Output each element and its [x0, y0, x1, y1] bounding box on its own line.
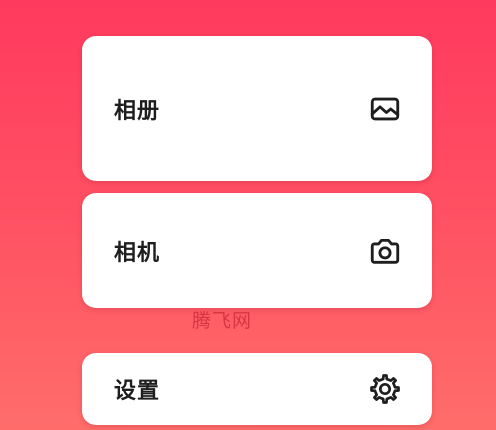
menu-item-camera[interactable]: 相机	[82, 193, 432, 308]
menu-item-settings[interactable]: 设置	[82, 353, 432, 425]
menu-item-label-album: 相册	[114, 98, 161, 124]
camera-icon	[368, 234, 402, 268]
image-icon	[368, 92, 402, 126]
menu-item-album[interactable]: 相册	[82, 36, 432, 181]
gear-icon	[368, 372, 402, 406]
watermark-text: 腾飞网	[192, 310, 253, 332]
menu-item-label-camera: 相机	[114, 240, 161, 266]
menu-item-label-settings: 设置	[114, 379, 161, 404]
